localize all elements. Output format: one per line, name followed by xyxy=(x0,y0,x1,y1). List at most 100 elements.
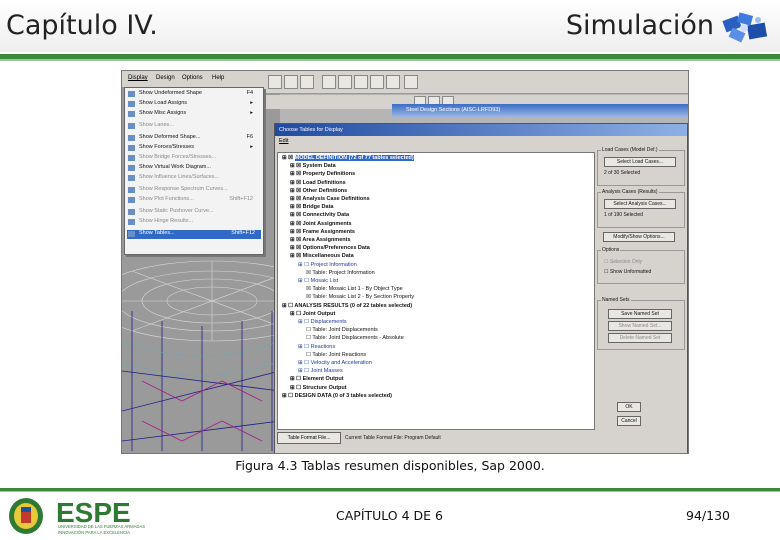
menu-item[interactable]: Show Bridge Forces/Stresses... xyxy=(139,154,259,163)
tree-row[interactable]: ⊞ ☒ Joint Assignments xyxy=(290,221,352,229)
tree-row[interactable]: ⊞ ☐ Joint Output xyxy=(290,311,335,319)
toolbar-button[interactable] xyxy=(322,75,336,89)
menu-item[interactable]: Show Tables... Shift+F12 xyxy=(127,230,261,239)
tree-checkbox-icon[interactable]: ⊞ ☒ xyxy=(290,171,303,177)
menu-item[interactable]: Show Load Assigns ▸ xyxy=(139,100,259,109)
toolbar-button[interactable] xyxy=(300,75,314,89)
tree-row[interactable]: ⊞ ☒ Other Definitions xyxy=(290,188,347,196)
tree-checkbox-icon[interactable]: ⊞ ☒ xyxy=(290,196,302,202)
tree-row-label: Joint Output xyxy=(302,310,336,317)
tree-row[interactable]: ☒ Table: Mosaic List 1 - By Object Type xyxy=(306,286,403,294)
dialog-edit-menu[interactable]: Edit xyxy=(279,138,288,144)
tree-row[interactable]: ⊞ ☒ Area Assignments xyxy=(290,237,351,245)
tree-row[interactable]: ⊞ ☒ Load Definitions xyxy=(290,180,346,188)
tree-checkbox-icon[interactable]: ⊞ ☐ xyxy=(282,393,295,399)
save-named-set-button[interactable]: Save Named Set xyxy=(608,309,672,319)
tree-checkbox-icon[interactable]: ⊞ ☒ xyxy=(282,155,295,161)
tree-checkbox-icon[interactable]: ⊞ ☐ xyxy=(298,368,311,374)
menu-item[interactable]: Show Deformed Shape... F6 xyxy=(139,134,259,143)
tree-row[interactable]: ⊞ ☒ Miscellaneous Data xyxy=(290,253,354,261)
tree-checkbox-icon[interactable]: ⊞ ☒ xyxy=(290,204,303,210)
toolbar-button[interactable] xyxy=(284,75,298,89)
tree-checkbox-icon[interactable]: ⊞ ☒ xyxy=(290,163,303,169)
menu-item[interactable]: Show Influence Lines/Surfaces... xyxy=(139,174,259,183)
tree-row[interactable]: ⊞ ☒ Analysis Case Definitions xyxy=(290,196,370,204)
select-analysis-cases-button[interactable]: Select Analysis Cases... xyxy=(604,199,676,209)
toolbar-button[interactable] xyxy=(268,75,282,89)
menu-item[interactable]: Show Lanes... xyxy=(139,122,259,131)
modify-show-options-button[interactable]: Modify/Show Options... xyxy=(603,232,675,242)
tree-checkbox-icon[interactable]: ⊞ ☒ xyxy=(290,253,303,259)
toolbar-button[interactable] xyxy=(404,75,418,89)
menu-item[interactable]: Show Misc Assigns ▸ xyxy=(139,110,259,119)
tree-row[interactable]: ⊞ ☒ Bridge Data xyxy=(290,204,333,212)
menu-item-icon xyxy=(128,231,135,237)
tree-checkbox-icon[interactable]: ⊞ ☐ xyxy=(298,360,311,366)
tree-row[interactable]: ⊞ ☒ Options/Preferences Data xyxy=(290,245,370,253)
tree-checkbox-icon[interactable]: ⊞ ☐ xyxy=(298,278,311,284)
tree-checkbox-icon[interactable]: ⊞ ☐ xyxy=(290,376,303,382)
tree-row[interactable]: ⊞ ☐ ANALYSIS RESULTS (0 of 22 tables sel… xyxy=(282,303,412,311)
tree-row[interactable]: ☐ Table: Joint Displacements - Absolute xyxy=(306,335,404,343)
toolbar-button[interactable] xyxy=(386,75,400,89)
tree-row[interactable]: ⊞ ☐ Joint Masses xyxy=(298,368,343,376)
tree-checkbox-icon[interactable]: ⊞ ☐ xyxy=(298,319,311,325)
tree-row[interactable]: ⊞ ☒ System Data xyxy=(290,163,336,171)
tree-checkbox-icon[interactable]: ⊞ ☐ xyxy=(290,385,303,391)
cancel-button[interactable]: Cancel xyxy=(617,416,641,426)
tree-checkbox-icon[interactable]: ⊞ ☒ xyxy=(290,221,303,227)
tree-checkbox-icon[interactable]: ⊞ ☒ xyxy=(290,245,303,251)
select-load-cases-button[interactable]: Select Load Cases... xyxy=(604,157,676,167)
tree-row[interactable]: ⊞ ☒ Frame Assignments xyxy=(290,229,355,237)
tree-checkbox-icon[interactable]: ⊞ ☐ xyxy=(290,311,303,317)
tree-row[interactable]: ☒ Table: Mosaic List 2 - By Section Prop… xyxy=(306,294,414,302)
tree-row[interactable]: ☐ Table: Joint Reactions xyxy=(306,352,366,360)
tree-checkbox-icon[interactable]: ⊞ ☐ xyxy=(298,262,311,268)
tree-row[interactable]: ⊞ ☒ Property Definitions xyxy=(290,171,355,179)
menu-item[interactable]: Show Forces/Stresses ▸ xyxy=(139,144,259,153)
menu-display[interactable]: Display xyxy=(128,75,148,81)
ok-button[interactable]: OK xyxy=(617,402,641,412)
menu-item[interactable]: Show Undeformed Shape F4 xyxy=(139,90,259,99)
tree-row[interactable]: ⊞ ☒ MODEL DEFINITION (72 of 77 tables se… xyxy=(282,155,414,163)
tree-row[interactable]: ⊞ ☐ Reactions xyxy=(298,344,335,352)
tables-tree[interactable]: ⊞ ☒ MODEL DEFINITION (72 of 77 tables se… xyxy=(277,152,595,430)
toolbar-button[interactable] xyxy=(354,75,368,89)
tree-row[interactable]: ⊞ ☐ Element Output xyxy=(290,376,344,384)
menu-item[interactable]: Show Virtual Work Diagram... xyxy=(139,164,259,173)
tree-row[interactable]: ⊞ ☐ Structure Output xyxy=(290,385,347,393)
menu-bar: Display Design Options Help xyxy=(122,71,264,87)
tree-row[interactable]: ⊞ ☐ Mosaic List xyxy=(298,278,338,286)
menu-options[interactable]: Options xyxy=(182,75,203,81)
selection-only-checkbox[interactable]: ☐ Selection Only xyxy=(604,259,642,265)
tree-row[interactable]: ⊞ ☐ Velocity and Acceleration xyxy=(298,360,372,368)
tree-row[interactable]: ⊞ ☒ Connectivity Data xyxy=(290,212,349,220)
tree-row[interactable]: ⊞ ☐ Displacements xyxy=(298,319,347,327)
tree-checkbox-icon[interactable]: ⊞ ☒ xyxy=(290,180,303,186)
tree-row[interactable]: ⊞ ☐ Project Information xyxy=(298,262,357,270)
tree-row[interactable]: ⊞ ☐ DESIGN DATA (0 of 3 tables selected) xyxy=(282,393,392,401)
show-named-set-button[interactable]: Show Named Set... xyxy=(608,321,672,331)
menu-item[interactable]: Show Response Spectrum Curves... xyxy=(139,186,259,195)
tree-row[interactable]: ☒ Table: Project Information xyxy=(306,270,375,278)
slide-header: Capítulo IV. Simulación xyxy=(0,0,780,52)
tree-checkbox-icon[interactable]: ⊞ ☒ xyxy=(290,212,303,218)
menu-item[interactable]: Show Plot Functions... Shift+F12 xyxy=(139,196,259,205)
delete-named-set-button[interactable]: Delete Named Set xyxy=(608,333,672,343)
menu-help[interactable]: Help xyxy=(212,75,224,81)
menu-item[interactable]: Show Static Pushover Curve... xyxy=(139,208,259,217)
tree-checkbox-icon[interactable]: ⊞ ☐ xyxy=(298,344,311,350)
tree-row[interactable]: ☐ Table: Joint Displacements xyxy=(306,327,378,335)
tree-checkbox-icon[interactable]: ⊞ ☐ xyxy=(282,303,294,309)
tree-row-label: Load Definitions xyxy=(302,179,346,186)
tree-checkbox-icon[interactable]: ⊞ ☒ xyxy=(290,237,302,243)
table-format-file-button[interactable]: Table Format File... xyxy=(277,432,341,444)
menu-item[interactable]: Show Hinge Results... xyxy=(139,218,259,227)
menu-design[interactable]: Design xyxy=(156,75,175,81)
group-title: Options xyxy=(601,247,621,253)
toolbar-button[interactable] xyxy=(370,75,384,89)
tree-checkbox-icon[interactable]: ⊞ ☒ xyxy=(290,229,303,235)
show-unformatted-checkbox[interactable]: ☐ Show Unformatted xyxy=(604,269,651,275)
tree-checkbox-icon[interactable]: ⊞ ☒ xyxy=(290,188,303,194)
toolbar-button[interactable] xyxy=(338,75,352,89)
